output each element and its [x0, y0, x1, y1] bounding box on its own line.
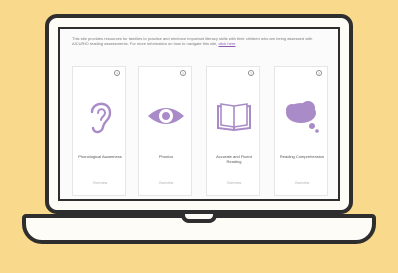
intro-text: This site provides resources for familie… — [72, 36, 328, 46]
laptop-base — [22, 214, 376, 244]
card-label: Phonological Awareness — [78, 154, 122, 159]
card-reading-comprehension[interactable]: ? Reading Comprehension Overview — [274, 66, 328, 196]
card-accurate-fluent-reading[interactable]: ? Accurate and Fluent Reading Overview — [206, 66, 260, 196]
thought-bubble-icon — [286, 101, 319, 133]
eye-icon — [148, 108, 184, 124]
intro-copy: This site provides resources for familie… — [72, 36, 313, 46]
help-icon[interactable]: ? — [180, 70, 186, 76]
ear-icon — [90, 102, 112, 134]
help-link[interactable]: click here — [219, 41, 236, 46]
card-label: Phonics — [158, 154, 174, 159]
card-label: Reading Comprehension — [279, 154, 325, 159]
overview-link[interactable]: Overview — [209, 181, 259, 185]
help-icon[interactable]: ? — [316, 70, 322, 76]
help-icon[interactable]: ? — [248, 70, 254, 76]
overview-link[interactable]: Overview — [75, 181, 125, 185]
app-screen: This site provides resources for familie… — [58, 27, 340, 201]
overview-link[interactable]: Overview — [277, 181, 327, 185]
card-phonological-awareness[interactable]: ? Phonological Awareness Overview — [72, 66, 126, 196]
card-phonics[interactable]: ? Phonics Overview — [138, 66, 192, 196]
overview-link[interactable]: Overview — [141, 181, 191, 185]
help-icon[interactable]: ? — [114, 70, 120, 76]
book-icon — [217, 103, 251, 132]
trackpad-notch — [181, 214, 217, 223]
card-label: Accurate and Fluent Reading — [216, 154, 252, 164]
